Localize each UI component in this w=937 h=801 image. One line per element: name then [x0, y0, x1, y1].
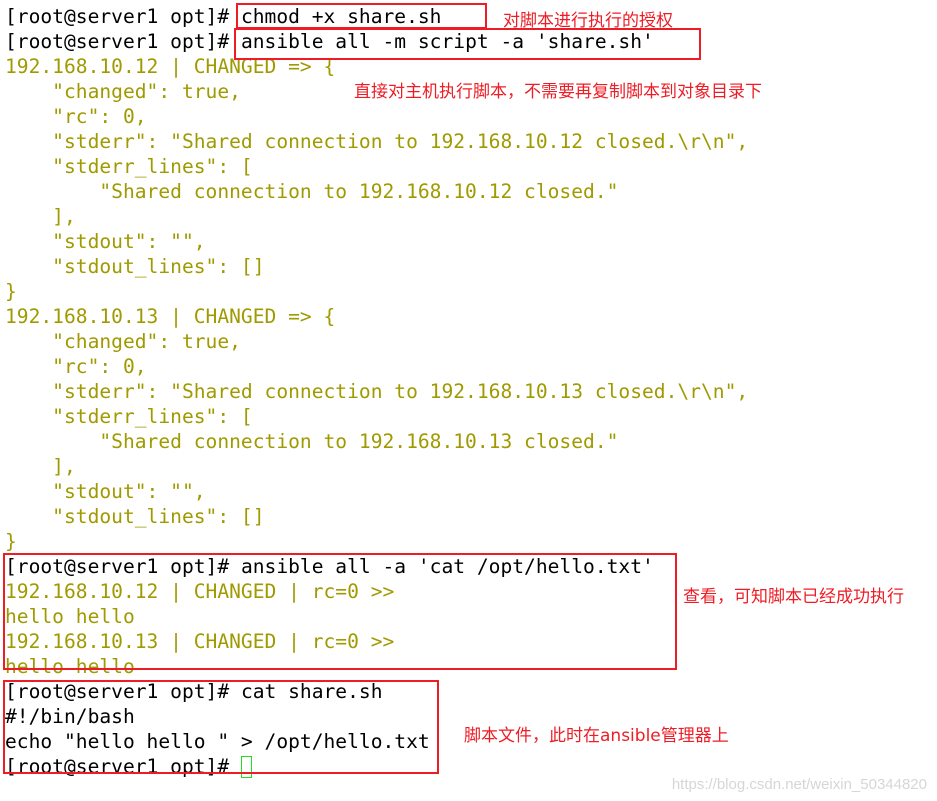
output-text: "stderr": "Shared connection to 192.168.… — [5, 380, 749, 403]
terminal-output-line: "stderr": "Shared connection to 192.168.… — [5, 379, 748, 404]
terminal-output-line: ], — [5, 454, 748, 479]
output-text: "stderr": "Shared connection to 192.168.… — [5, 130, 749, 153]
terminal-output-line: "stdout": "", — [5, 229, 748, 254]
output-text: "changed": true, — [5, 330, 241, 353]
terminal-output-line: "stdout_lines": [] — [5, 254, 748, 279]
output-text: ], — [5, 205, 76, 228]
terminal-output-line: "stderr_lines": [ — [5, 404, 748, 429]
terminal-output-line: "changed": true, — [5, 329, 748, 354]
terminal-output-line: "stdout": "", — [5, 479, 748, 504]
output-text: "stdout": "", — [5, 230, 206, 253]
annotation-file: 脚本文件，此时在ansible管理器上 — [464, 726, 729, 746]
annotation-check: 查看，可知脚本已经成功执行 — [683, 587, 904, 607]
output-text: "rc": 0, — [5, 355, 147, 378]
terminal-output-line: "stdout_lines": [] — [5, 504, 748, 529]
terminal-output-line: 192.168.10.13 | CHANGED => { — [5, 304, 748, 329]
output-text: "stdout_lines": [] — [5, 255, 265, 278]
terminal-output-line: "rc": 0, — [5, 104, 748, 129]
terminal-output-line: ], — [5, 204, 748, 229]
output-text: "stderr_lines": [ — [5, 405, 253, 428]
shell-prompt: [root@server1 opt]# — [5, 5, 241, 28]
terminal-output-line: "stderr_lines": [ — [5, 154, 748, 179]
output-text: "Shared connection to 192.168.10.12 clos… — [5, 180, 619, 203]
output-text: "stdout": "", — [5, 480, 206, 503]
output-text: "rc": 0, — [5, 105, 147, 128]
output-text: "stderr_lines": [ — [5, 155, 253, 178]
shell-prompt: [root@server1 opt]# — [5, 30, 241, 53]
output-text: } — [5, 280, 17, 303]
terminal-output-line: "Shared connection to 192.168.10.12 clos… — [5, 179, 748, 204]
watermark: https://blog.csdn.net/weixin_50344820 — [671, 776, 927, 793]
output-text: "Shared connection to 192.168.10.13 clos… — [5, 430, 619, 453]
output-text: 192.168.10.13 | CHANGED => { — [5, 305, 336, 328]
highlight-box-chmod — [236, 3, 487, 29]
output-text: } — [5, 530, 17, 553]
annotation-script: 直接对主机执行脚本，不需要再复制脚本到对象目录下 — [354, 82, 762, 102]
annotation-chmod: 对脚本进行执行的授权 — [503, 11, 673, 31]
output-text: "changed": true, — [5, 80, 241, 103]
highlight-box-ansible-script — [234, 28, 701, 60]
terminal-output-line: "stderr": "Shared connection to 192.168.… — [5, 129, 748, 154]
terminal-output-line: } — [5, 529, 748, 554]
output-text: ], — [5, 455, 76, 478]
highlight-box-check-output — [3, 553, 677, 670]
terminal-output-line: "rc": 0, — [5, 354, 748, 379]
output-text: "stdout_lines": [] — [5, 505, 265, 528]
terminal-output-line: } — [5, 279, 748, 304]
highlight-box-cat-script — [3, 680, 439, 774]
terminal-output-line: "Shared connection to 192.168.10.13 clos… — [5, 429, 748, 454]
